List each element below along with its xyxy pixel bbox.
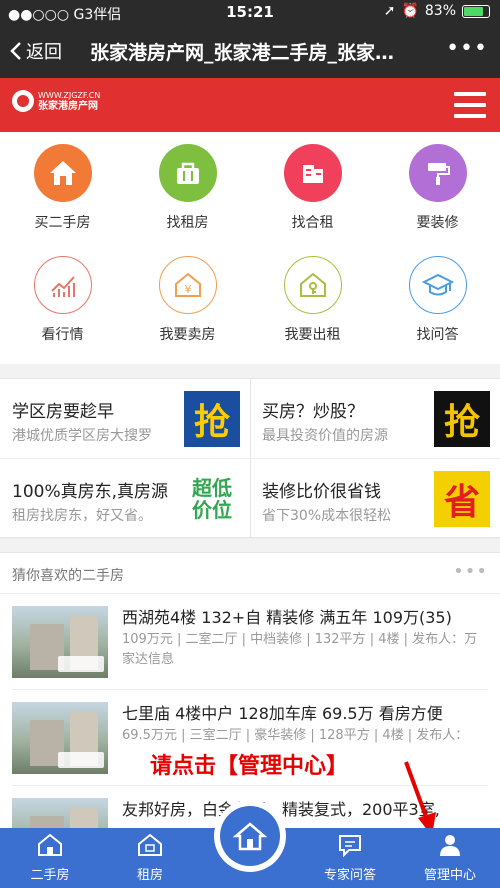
- grid-item-label: 找租房: [166, 215, 209, 231]
- grid-item-label: 我要出租: [284, 327, 341, 343]
- home-button[interactable]: [214, 800, 286, 872]
- grid-item-sell[interactable]: ¥ 我要卖房: [125, 244, 250, 354]
- grid-item-shared-rent[interactable]: 找合租: [250, 132, 375, 242]
- listing-photo: [12, 798, 108, 832]
- logo-name: 张家港房产网: [38, 101, 98, 112]
- alarm-icon: ⏰: [401, 3, 419, 19]
- chart-icon: [33, 256, 92, 314]
- listing-photo: [12, 702, 108, 774]
- site-header: WWW.ZJGZF.CN 张家港房产网: [0, 78, 500, 132]
- svg-text:¥: ¥: [184, 283, 191, 296]
- tab-secondhand[interactable]: 二手房: [10, 832, 90, 888]
- back-label: 返回: [26, 42, 62, 63]
- promo-title: 装修比价很省钱: [262, 482, 381, 502]
- yuan-house-icon: ¥: [158, 256, 217, 314]
- section-more-icon[interactable]: •••: [453, 561, 488, 582]
- promo-title: 买房？炒股？: [262, 402, 364, 422]
- grid-item-market[interactable]: 看行情: [0, 244, 125, 354]
- listing-desc: 109万元 | 二室二厅 | 中档装修 | 132平方 | 4楼 | 发布人：万…: [122, 632, 478, 667]
- house-icon: [10, 832, 90, 858]
- key-house-icon: [283, 256, 342, 314]
- section-title: 猜你喜欢的二手房: [12, 568, 124, 584]
- category-grid: 买二手房 找租房 找合租 要装修 看行情 ¥ 我要卖房 我要出租 找问答: [0, 132, 500, 364]
- tab-label: 管理中心: [423, 868, 476, 883]
- instruction-annotation: 请点击【管理中心】: [150, 754, 349, 779]
- logo-mark-icon: [12, 90, 34, 112]
- promo-cards: 学区房要趁早 港城优质学区房大搜罗 抢 买房？炒股？ 最具投资价值的房源 抢 1…: [0, 378, 500, 539]
- grid-item-buy-secondhand[interactable]: 买二手房: [0, 132, 125, 242]
- tab-rent[interactable]: 租房: [110, 832, 190, 888]
- list-item[interactable]: 西湖苑4楼 132+自 精装修 满五年 109万(35) 109万元 | 二室二…: [0, 594, 500, 690]
- home-icon: [220, 806, 280, 866]
- battery-icon: [462, 4, 490, 18]
- promo-title: 学区房要趁早: [12, 402, 114, 422]
- promo-school-district[interactable]: 学区房要趁早 港城优质学区房大搜罗 抢: [0, 379, 250, 459]
- grid-item-qa[interactable]: 找问答: [375, 244, 500, 354]
- promo-subtitle: 港城优质学区房大搜罗: [12, 428, 152, 444]
- building-icon: [283, 144, 342, 202]
- promo-subtitle: 省下30%成本很轻松: [262, 508, 392, 524]
- promo-subtitle: 最具投资价值的房源: [262, 428, 388, 444]
- battery-percent: 83%: [424, 3, 456, 19]
- grid-item-find-rent[interactable]: 找租房: [125, 132, 250, 242]
- tab-label: 专家问答: [323, 868, 376, 883]
- site-logo[interactable]: WWW.ZJGZF.CN 张家港房产网: [12, 90, 100, 112]
- browser-nav-bar: 返回 张家港房产网_张家港二手房_张家… •••: [0, 24, 500, 78]
- status-right: ➚ ⏰ 83%: [384, 3, 490, 19]
- tab-expert-qa[interactable]: 专家问答: [310, 832, 390, 888]
- promo-badge: 抢: [184, 391, 240, 447]
- tab-label: 二手房: [30, 868, 70, 883]
- bag-icon: [158, 144, 217, 202]
- listing-desc: 69.5万元 | 三室二厅 | 豪华装修 | 128平方 | 4楼 | 发布人：: [122, 728, 469, 743]
- logo-url: WWW.ZJGZF.CN: [38, 91, 101, 100]
- promo-real-landlord[interactable]: 100%真房东,真房源 租房找房东，好又省。 超低价位: [0, 459, 250, 539]
- graduation-cap-icon: [408, 256, 467, 314]
- chevron-left-icon: [10, 42, 21, 60]
- listing-title: 西湖苑4楼 132+自 精装修 满五年 109万(35): [122, 608, 452, 627]
- chat-icon: [310, 832, 390, 858]
- page-title: 张家港房产网_张家港二手房_张家…: [90, 42, 395, 64]
- grid-item-label: 找问答: [416, 327, 459, 343]
- grid-item-label: 找合租: [291, 215, 334, 231]
- grid-item-rent-out[interactable]: 我要出租: [250, 244, 375, 354]
- listing-photo: [12, 606, 108, 678]
- grid-item-label: 我要卖房: [159, 327, 216, 343]
- house-icon: [33, 144, 92, 202]
- promo-badge: 省: [434, 471, 490, 527]
- more-menu-button[interactable]: •••: [446, 36, 488, 61]
- promo-title: 100%真房东,真房源: [12, 482, 169, 502]
- status-bar: ●●○○○ G3伴侣 15:21 ➚ ⏰ 83%: [0, 0, 500, 24]
- promo-badge: 超低价位: [184, 471, 240, 527]
- promo-subtitle: 租房找房东，好又省。: [12, 508, 152, 524]
- grid-item-label: 买二手房: [34, 215, 91, 231]
- location-icon: ➚: [383, 3, 396, 19]
- back-button[interactable]: 返回: [10, 38, 62, 64]
- promo-badge: 抢: [434, 391, 490, 447]
- grid-item-label: 看行情: [41, 327, 84, 343]
- tab-label: 租房: [136, 868, 163, 883]
- paint-roller-icon: [408, 144, 467, 202]
- listing-title: 七里庙 4楼中户 128加车库 69.5万 看房方便: [122, 704, 443, 723]
- grid-item-renovation[interactable]: 要装修: [375, 132, 500, 242]
- tab-management-center[interactable]: 管理中心: [410, 832, 490, 888]
- grid-item-label: 要装修: [416, 215, 459, 231]
- rent-house-icon: [110, 832, 190, 858]
- promo-renovation-price[interactable]: 装修比价很省钱 省下30%成本很轻松 省: [250, 459, 500, 539]
- user-icon: [410, 832, 490, 858]
- promo-invest[interactable]: 买房？炒股？ 最具投资价值的房源 抢: [250, 379, 500, 459]
- hamburger-menu-icon[interactable]: [454, 92, 486, 118]
